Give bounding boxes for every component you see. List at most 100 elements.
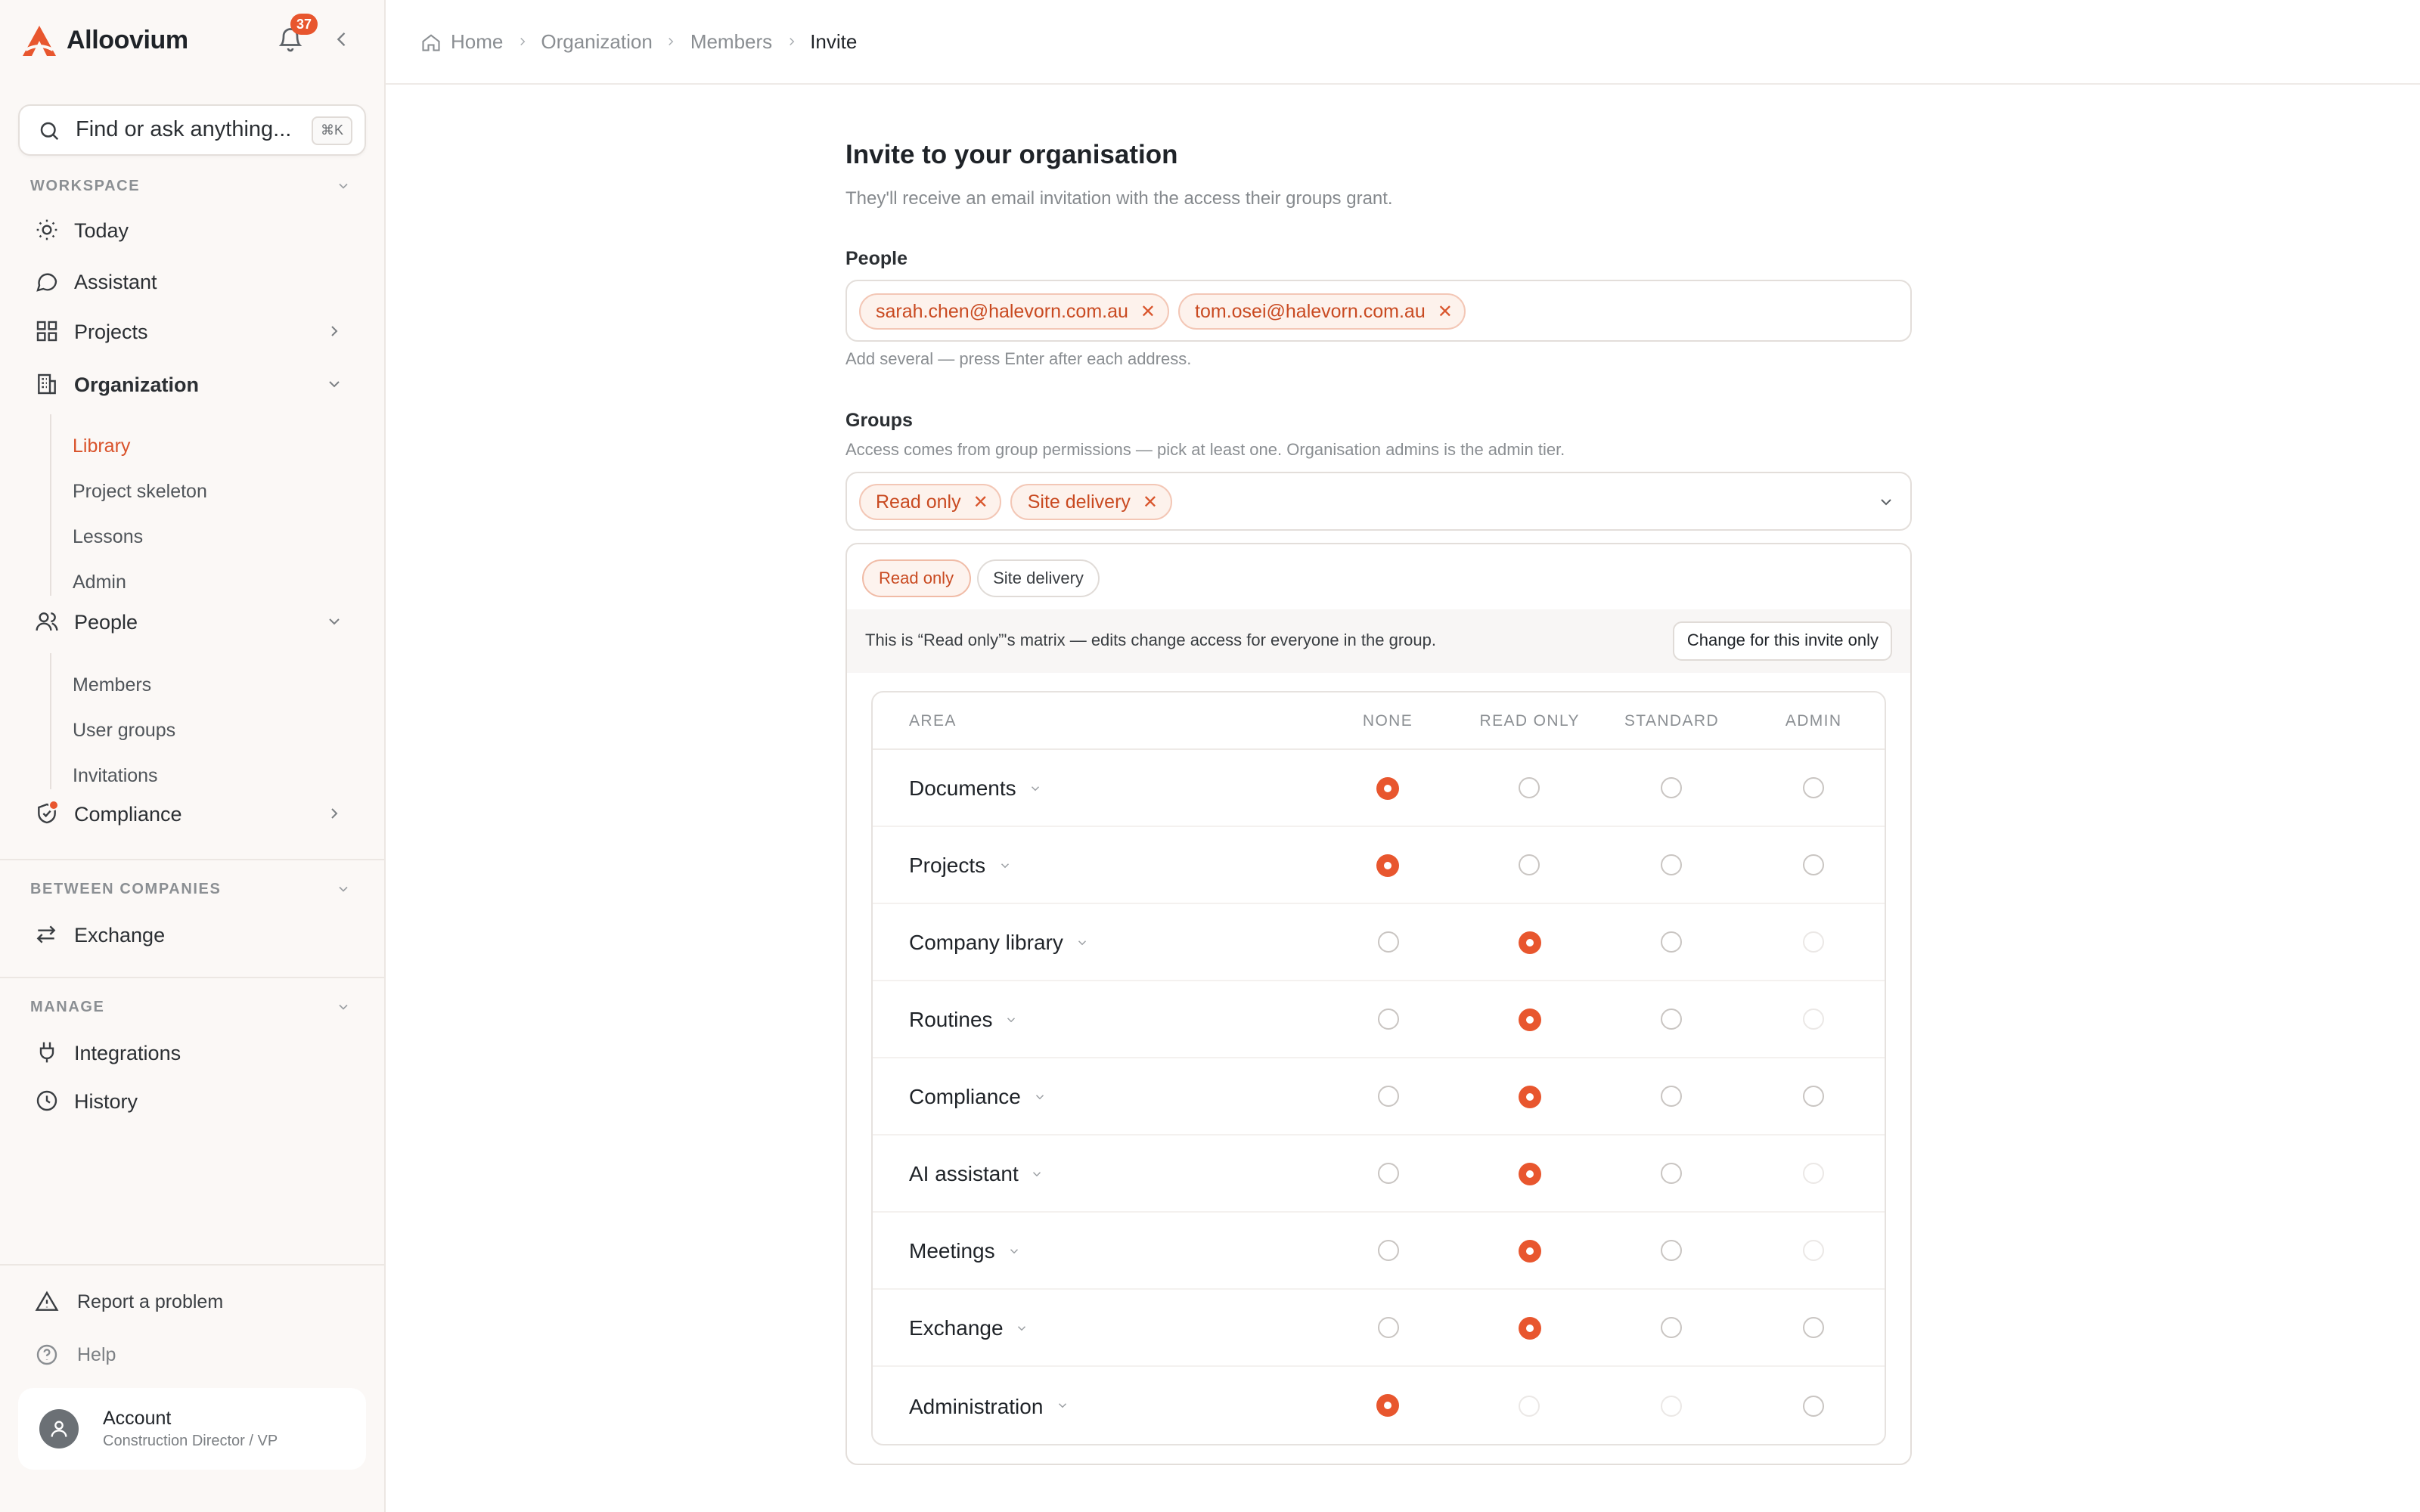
search-input[interactable]: Find or ask anything... ⌘K: [18, 104, 366, 156]
change-for-invite-button[interactable]: Change for this invite only: [1673, 621, 1892, 661]
permission-radio-standard[interactable]: [1661, 931, 1683, 953]
permission-radio-admin[interactable]: [1803, 777, 1825, 798]
area-cell[interactable]: Meetings: [873, 1238, 1317, 1263]
sidebar-item-history[interactable]: History: [33, 1083, 138, 1119]
sidebar-item-exchange[interactable]: Exchange: [33, 916, 165, 953]
chevron-down-icon[interactable]: [336, 881, 351, 897]
chevron-down-icon[interactable]: [997, 858, 1011, 872]
permission-radio-none[interactable]: [1377, 1317, 1398, 1338]
remove-chip-icon[interactable]: ✕: [1140, 300, 1156, 321]
chevron-down-icon[interactable]: [325, 612, 343, 631]
area-cell[interactable]: Projects: [873, 853, 1317, 877]
permission-cell: [1459, 777, 1601, 798]
permission-radio-admin[interactable]: [1803, 1086, 1825, 1107]
area-cell[interactable]: Exchange: [873, 1315, 1317, 1340]
sidebar-item-organization[interactable]: Organization: [33, 366, 199, 402]
permission-radio-read-only[interactable]: [1518, 1008, 1541, 1030]
permission-radio-none[interactable]: [1377, 1163, 1398, 1184]
permission-radio-none[interactable]: [1377, 1240, 1398, 1261]
area-cell[interactable]: Routines: [873, 1007, 1317, 1031]
chevron-right-icon[interactable]: [325, 804, 343, 823]
chevron-right-icon[interactable]: [325, 322, 343, 340]
permission-radio-read-only[interactable]: [1518, 931, 1541, 953]
area-cell[interactable]: Compliance: [873, 1084, 1317, 1108]
chevron-down-icon[interactable]: [1028, 781, 1042, 795]
sidebar-subitem-library[interactable]: Library: [73, 435, 130, 457]
chevron-down-icon[interactable]: [1007, 1244, 1021, 1257]
remove-chip-icon[interactable]: ✕: [1438, 300, 1453, 321]
report-problem-link[interactable]: Report a problem: [33, 1288, 223, 1314]
permission-radio-standard[interactable]: [1661, 777, 1683, 798]
sidebar-item-people[interactable]: People: [33, 603, 138, 640]
sidebar-item-integrations[interactable]: Integrations: [33, 1034, 181, 1070]
workspace-section-label: WORKSPACE: [30, 178, 141, 195]
people-input[interactable]: sarah.chen@halevorn.com.au ✕ tom.osei@ha…: [845, 280, 1912, 342]
permission-radio-none[interactable]: [1376, 1394, 1399, 1417]
group-chip: Site delivery ✕: [1010, 483, 1172, 519]
permission-radio-standard[interactable]: [1661, 854, 1683, 875]
sidebar-subitem-user-groups[interactable]: User groups: [73, 720, 175, 741]
area-cell[interactable]: Documents: [873, 776, 1317, 800]
permission-radio-none[interactable]: [1376, 776, 1399, 799]
permission-radio-standard[interactable]: [1661, 1240, 1683, 1261]
breadcrumb-members[interactable]: Members: [690, 30, 772, 53]
account-card[interactable]: Account Construction Director / VP: [18, 1388, 366, 1470]
permission-radio-none[interactable]: [1376, 854, 1399, 876]
collapse-sidebar-icon[interactable]: [331, 29, 352, 50]
permission-radio-standard[interactable]: [1661, 1086, 1683, 1107]
area-cell[interactable]: AI assistant: [873, 1161, 1317, 1185]
permission-radio-standard[interactable]: [1661, 1317, 1683, 1338]
breadcrumb-home[interactable]: Home: [451, 30, 503, 53]
area-cell[interactable]: Company library: [873, 930, 1317, 954]
permission-radio-read-only[interactable]: [1519, 777, 1540, 798]
sidebar-subitem-invitations[interactable]: Invitations: [73, 765, 158, 786]
matrix-header: AREA NONE READ ONLY STANDARD ADMIN: [873, 692, 1885, 750]
permission-radio-none[interactable]: [1377, 1009, 1398, 1030]
permission-radio-none[interactable]: [1377, 931, 1398, 953]
chevron-down-icon[interactable]: [1075, 935, 1089, 949]
area-label: Compliance: [909, 1084, 1021, 1108]
home-icon[interactable]: [420, 31, 442, 52]
chevron-down-icon[interactable]: [1031, 1167, 1044, 1180]
people-hint: Add several — press Enter after each add…: [845, 351, 1192, 369]
sidebar-subitem-lessons[interactable]: Lessons: [73, 526, 143, 547]
permission-radio-standard[interactable]: [1661, 1009, 1683, 1030]
sidebar-item-today[interactable]: Today: [33, 212, 129, 248]
chevron-down-icon[interactable]: [336, 178, 351, 194]
permission-radio-admin[interactable]: [1803, 1395, 1825, 1416]
permission-radio-read-only[interactable]: [1518, 1316, 1541, 1339]
sidebar-item-projects[interactable]: Projects: [33, 313, 148, 349]
chevron-down-icon[interactable]: [325, 375, 343, 393]
permission-radio-standard[interactable]: [1661, 1163, 1683, 1184]
tab-site-delivery[interactable]: Site delivery: [976, 559, 1100, 597]
chevron-down-icon[interactable]: [1033, 1089, 1047, 1103]
sidebar-subitem-admin[interactable]: Admin: [73, 572, 126, 593]
permission-radio-admin[interactable]: [1803, 854, 1825, 875]
permission-cell: [1317, 1163, 1459, 1184]
permission-radio-read-only[interactable]: [1518, 1239, 1541, 1262]
permission-radio-admin[interactable]: [1803, 1317, 1825, 1338]
chevron-down-icon[interactable]: [1005, 1012, 1019, 1026]
sidebar-item-assistant[interactable]: Assistant: [33, 263, 157, 299]
sidebar-subitem-project-skeleton[interactable]: Project skeleton: [73, 481, 207, 502]
brand[interactable]: Alloovium: [21, 24, 188, 57]
permission-radio-read-only[interactable]: [1519, 854, 1540, 875]
sidebar-subitem-members[interactable]: Members: [73, 674, 151, 696]
group-chip-label: Read only: [876, 491, 961, 512]
chevron-down-icon[interactable]: [1877, 493, 1895, 511]
tab-read-only[interactable]: Read only: [862, 559, 971, 597]
remove-chip-icon[interactable]: ✕: [973, 491, 988, 512]
breadcrumb-organization[interactable]: Organization: [541, 30, 652, 53]
permission-radio-read-only[interactable]: [1518, 1162, 1541, 1185]
chevron-down-icon[interactable]: [1055, 1399, 1069, 1412]
permission-radio-none[interactable]: [1377, 1086, 1398, 1107]
permission-cell: [1601, 854, 1743, 875]
area-cell[interactable]: Administration: [873, 1393, 1317, 1418]
chevron-down-icon[interactable]: [336, 999, 351, 1015]
groups-select[interactable]: Read only ✕ Site delivery ✕: [845, 472, 1912, 531]
clock-icon: [36, 1090, 57, 1111]
chevron-down-icon[interactable]: [1016, 1321, 1029, 1334]
remove-chip-icon[interactable]: ✕: [1143, 491, 1158, 512]
help-link[interactable]: Help: [33, 1341, 116, 1367]
permission-radio-read-only[interactable]: [1518, 1085, 1541, 1108]
